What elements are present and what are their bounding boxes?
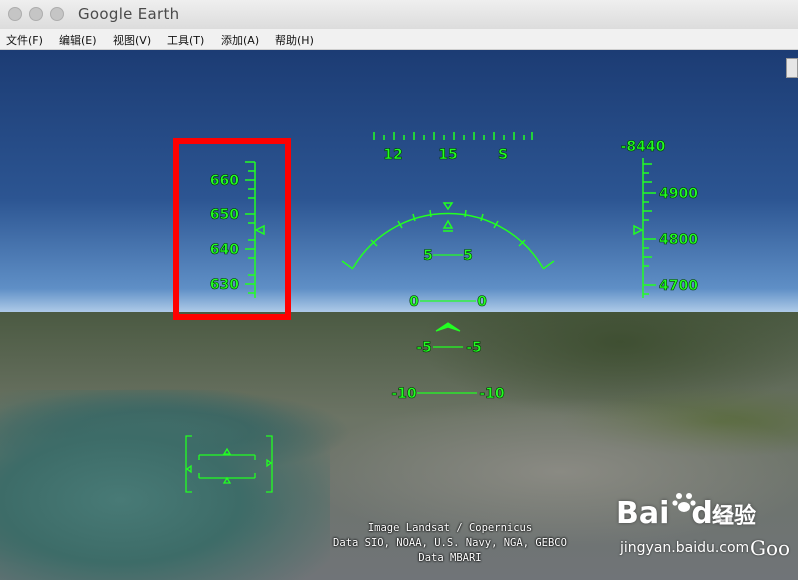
title-bar: Google Earth	[0, 0, 798, 30]
pitch-left-minus5: -5	[416, 340, 432, 356]
watermark-url: jingyan.baidu.com	[620, 540, 750, 556]
bank-angle-arc	[341, 202, 555, 270]
menu-file[interactable]: 文件(F)	[6, 32, 43, 48]
minimize-button[interactable]	[29, 7, 43, 21]
altitude-label-4700: 4700	[659, 278, 698, 294]
google-logo: Goo	[750, 536, 791, 560]
menu-tools[interactable]: 工具(T)	[167, 32, 204, 48]
pitch-right-5: 5	[463, 248, 473, 264]
menu-add[interactable]: 添加(A)	[221, 32, 259, 48]
credit-line-1: Image Landsat / Copernicus	[367, 522, 533, 534]
pitch-right-0: 0	[477, 294, 487, 310]
maximize-button[interactable]	[50, 7, 64, 21]
imagery-credits: Image Landsat / Copernicus Data SIO, NOA…	[300, 521, 600, 566]
watermark-cn: 经验	[712, 504, 757, 529]
menu-edit[interactable]: 编辑(E)	[59, 32, 97, 48]
baidu-watermark: Bai du 经验 jingyan.baidu.com	[604, 488, 798, 580]
trim-indicator	[185, 435, 273, 493]
heading-label-s: S	[498, 147, 508, 163]
window-title: Google Earth	[78, 5, 180, 23]
altitude-readout: -8440	[621, 139, 666, 155]
credit-line-3: Data MBARI	[418, 552, 482, 564]
pitch-left-5: 5	[423, 248, 433, 264]
heading-scale	[373, 132, 533, 140]
speed-tape	[245, 161, 265, 298]
pitch-left-minus10: -10	[391, 386, 417, 402]
pitch-right-minus10: -10	[479, 386, 505, 402]
menu-help[interactable]: 帮助(H)	[275, 32, 314, 48]
speed-label-650: 650	[210, 207, 239, 223]
speed-label-660: 660	[210, 173, 239, 189]
earth-3d-view[interactable]: 12 15 S 660 650 640 630 -8440 4900 4800 …	[0, 50, 798, 580]
heading-label-15: 15	[438, 147, 457, 163]
speed-label-640: 640	[210, 242, 239, 258]
credit-line-2: Data SIO, NOAA, U.S. Navy, NGA, GEBCO	[333, 537, 567, 549]
altitude-label-4900: 4900	[659, 186, 698, 202]
close-button[interactable]	[8, 7, 22, 21]
pitch-left-0: 0	[409, 294, 419, 310]
menu-view[interactable]: 视图(V)	[113, 32, 151, 48]
altitude-tape	[633, 158, 656, 298]
speed-label-630: 630	[210, 277, 239, 293]
altitude-label-4800: 4800	[659, 232, 698, 248]
heading-label-12: 12	[383, 147, 402, 163]
paw-icon	[672, 493, 696, 512]
pitch-right-minus5: -5	[466, 340, 482, 356]
menu-bar: 文件(F) 编辑(E) 视图(V) 工具(T) 添加(A) 帮助(H)	[0, 29, 798, 50]
pitch-ladder	[417, 254, 477, 394]
